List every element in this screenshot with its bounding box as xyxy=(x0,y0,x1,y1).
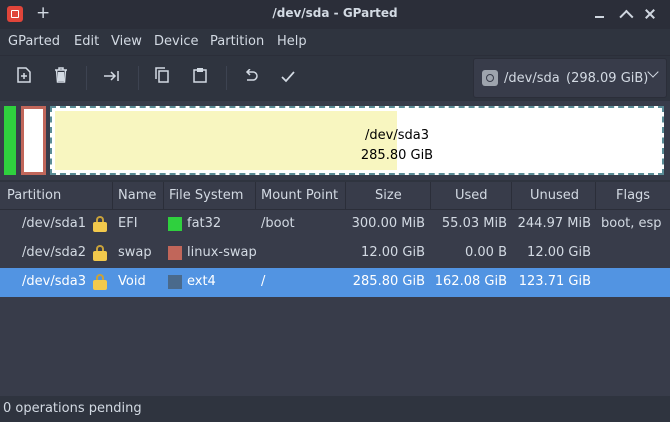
unused-cell: 12.00 GiB xyxy=(527,245,591,260)
partition-cell: /dev/sda1 xyxy=(22,216,86,231)
filesystem-cell: linux-swap xyxy=(187,245,257,260)
resize-move-icon[interactable] xyxy=(101,67,123,89)
device-size: (298.09 GiB) xyxy=(566,71,649,86)
lock-icon xyxy=(93,274,107,290)
lock-icon xyxy=(93,245,107,261)
used-cell: 55.03 MiB xyxy=(441,216,507,231)
menu-help[interactable]: Help xyxy=(277,34,307,49)
table-row[interactable]: /dev/sda3 Void ext4 / 285.80 GiB 162.08 … xyxy=(0,268,670,297)
toolbar: /dev/sda (298.09 GiB) xyxy=(0,55,670,101)
device-selector[interactable]: /dev/sda (298.09 GiB) xyxy=(473,58,667,98)
menu-gparted[interactable]: GParted xyxy=(8,34,60,49)
new-partition-icon[interactable] xyxy=(13,67,35,89)
map-partition-sda3[interactable]: /dev/sda3 285.80 GiB xyxy=(50,106,664,175)
delete-partition-icon[interactable] xyxy=(50,67,72,89)
paste-icon[interactable] xyxy=(189,67,211,89)
partition-map: /dev/sda3 285.80 GiB xyxy=(0,101,670,180)
map-partition-sda1[interactable] xyxy=(4,106,16,175)
used-cell: 162.08 GiB xyxy=(434,274,507,289)
used-cell: 0.00 B xyxy=(465,245,507,260)
column-header[interactable]: Size xyxy=(375,188,402,203)
unused-cell: 244.97 MiB xyxy=(517,216,591,231)
partition-table: Partition Name File System Mount Point S… xyxy=(0,182,670,396)
name-cell: Void xyxy=(118,274,146,289)
column-header[interactable]: Name xyxy=(118,188,156,203)
menu-edit[interactable]: Edit xyxy=(74,34,99,49)
menu-view[interactable]: View xyxy=(111,34,142,49)
map-partition-label: /dev/sda3 xyxy=(365,128,429,143)
filesystem-cell: fat32 xyxy=(187,216,222,231)
maximize-icon[interactable] xyxy=(614,5,634,23)
apply-icon[interactable] xyxy=(277,67,299,89)
column-header[interactable]: Flags xyxy=(616,188,650,203)
name-cell: EFI xyxy=(118,216,138,231)
pending-operations-status: 0 operations pending xyxy=(3,401,142,416)
mount-point-cell: /boot xyxy=(261,216,295,231)
column-header[interactable]: Used xyxy=(455,188,488,203)
window-title: /dev/sda - GParted xyxy=(272,6,398,20)
close-icon[interactable] xyxy=(640,5,660,23)
minimize-icon[interactable] xyxy=(590,5,610,23)
filesystem-color-swatch xyxy=(168,246,182,260)
partition-cell: /dev/sda2 xyxy=(22,245,86,260)
status-bar: 0 operations pending xyxy=(0,396,670,422)
chevron-down-icon xyxy=(647,66,659,78)
unused-cell: 123.71 GiB xyxy=(518,274,591,289)
menu-bar: GParted Edit View Device Partition Help xyxy=(0,29,670,55)
lock-icon xyxy=(93,216,107,232)
column-header[interactable]: Unused xyxy=(530,188,579,203)
partition-cell: /dev/sda3 xyxy=(22,274,86,289)
size-cell: 300.00 MiB xyxy=(351,216,425,231)
name-cell: swap xyxy=(118,245,152,260)
mount-point-cell: / xyxy=(261,274,266,289)
device-name: /dev/sda xyxy=(504,71,560,86)
flags-cell: boot, esp xyxy=(601,216,662,231)
table-row[interactable]: /dev/sda1 EFI fat32 /boot 300.00 MiB 55.… xyxy=(0,210,670,239)
column-header[interactable]: Partition xyxy=(7,188,61,203)
filesystem-color-swatch xyxy=(168,275,182,289)
table-row[interactable]: /dev/sda2 swap linux-swap 12.00 GiB 0.00… xyxy=(0,239,670,268)
map-partition-sda2[interactable] xyxy=(21,106,46,175)
copy-icon[interactable] xyxy=(151,67,173,89)
size-cell: 285.80 GiB xyxy=(352,274,425,289)
hard-disk-icon xyxy=(482,70,498,86)
size-cell: 12.00 GiB xyxy=(361,245,425,260)
filesystem-cell: ext4 xyxy=(187,274,216,289)
title-bar: + /dev/sda - GParted xyxy=(0,0,670,29)
column-header[interactable]: Mount Point xyxy=(261,188,338,203)
table-header: Partition Name File System Mount Point S… xyxy=(0,182,670,210)
menu-device[interactable]: Device xyxy=(154,34,198,49)
column-header[interactable]: File System xyxy=(169,188,243,203)
map-partition-size: 285.80 GiB xyxy=(360,148,434,163)
filesystem-color-swatch xyxy=(168,217,182,231)
undo-icon[interactable] xyxy=(240,67,262,89)
menu-partition[interactable]: Partition xyxy=(210,34,264,49)
